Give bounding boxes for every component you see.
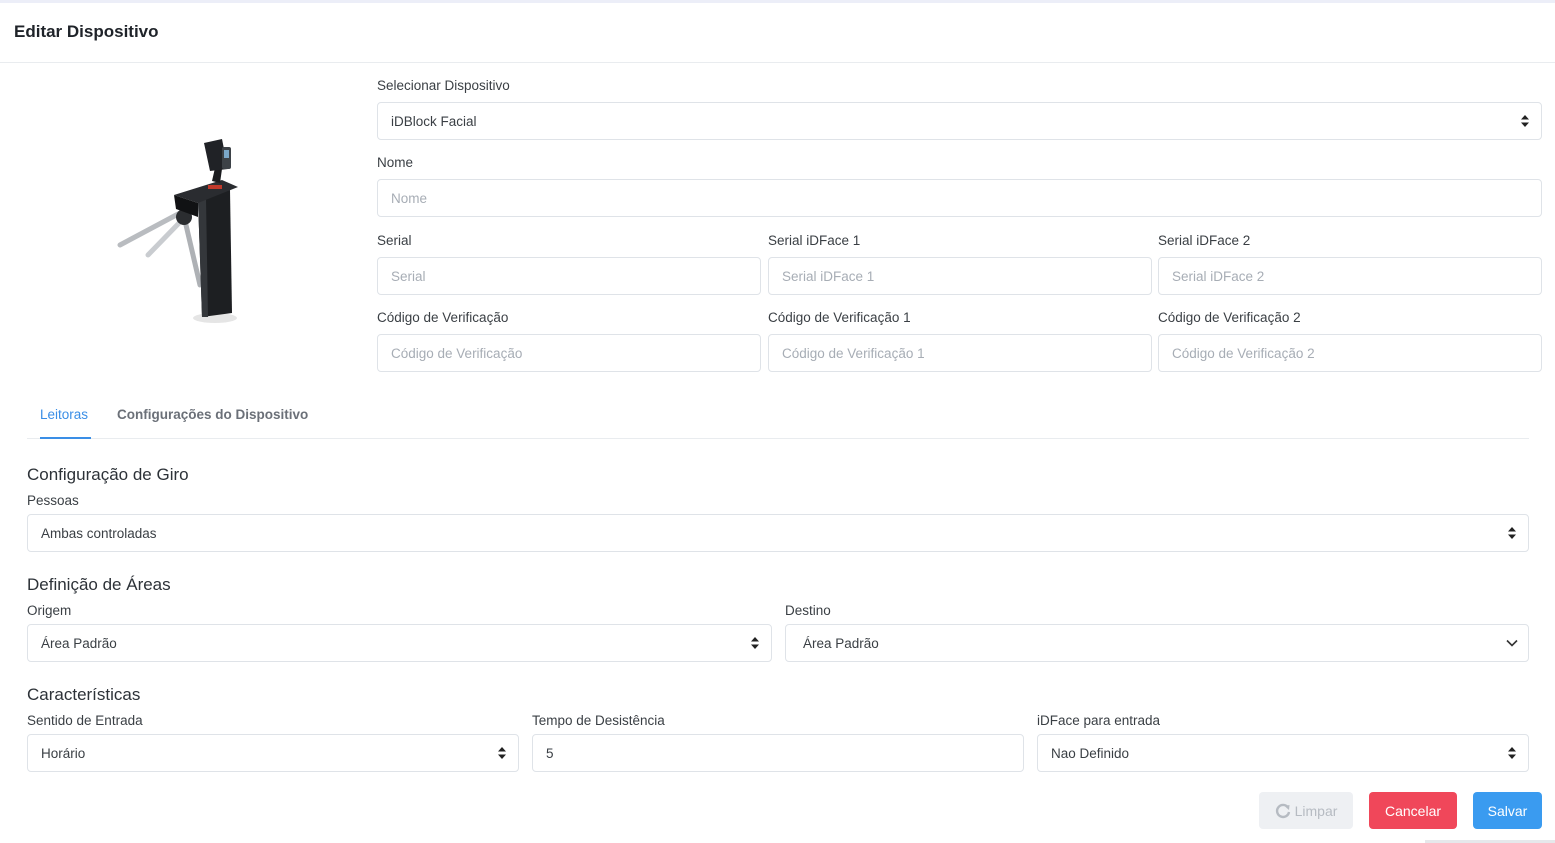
cancel-button[interactable]: Cancelar [1369,792,1457,829]
codigo1-input[interactable]: Código de Verificação 1 [768,334,1152,372]
sentido-value: Horário [41,745,86,761]
pessoas-value: Ambas controladas [41,525,157,541]
select-arrows-icon [498,747,506,759]
idface-label: iDFace para entrada [1037,713,1161,728]
destino-select[interactable]: Área Padrão [785,624,1529,662]
active-tab-indicator [40,437,91,439]
select-arrows-icon [751,637,759,649]
serial-idface1-label: Serial iDFace 1 [768,233,861,248]
tab-leitoras[interactable]: Leitoras [40,407,88,422]
pessoas-select[interactable]: Ambas controladas [27,514,1529,552]
select-arrows-icon [1521,115,1529,127]
nome-input[interactable]: Nome [377,179,1542,217]
codigo1-placeholder: Código de Verificação 1 [782,345,925,361]
areas-section-title: Definição de Áreas [27,575,171,594]
select-device-value: iDBlock Facial [391,113,477,129]
serial-idface2-label: Serial iDFace 2 [1158,233,1251,248]
turnstile-device-image [117,139,238,323]
codigo1-label: Código de Verificação 1 [768,310,911,325]
page-header: Editar Dispositivo [0,3,1555,63]
pessoas-label: Pessoas [27,493,79,508]
codigo-input[interactable]: Código de Verificação [377,334,761,372]
destino-label: Destino [785,603,831,618]
serial-placeholder: Serial [391,268,426,284]
select-device-dropdown[interactable]: iDBlock Facial [377,102,1542,140]
codigo2-label: Código de Verificação 2 [1158,310,1301,325]
destino-value: Área Padrão [803,635,879,651]
origem-select[interactable]: Área Padrão [27,624,772,662]
chevron-down-icon [1506,639,1518,647]
caracteristicas-section-title: Características [27,685,141,704]
origem-value: Área Padrão [41,635,117,651]
serial-idface1-input[interactable]: Serial iDFace 1 [768,257,1152,295]
cancel-button-label: Cancelar [1384,802,1442,819]
select-arrows-icon [1508,527,1516,539]
tempo-input[interactable]: 5 [532,734,1024,772]
tab-configuracoes[interactable]: Configurações do Dispositivo [117,407,308,422]
save-button[interactable]: Salvar [1473,792,1542,829]
clear-button[interactable]: Limpar [1259,792,1353,829]
codigo2-placeholder: Código de Verificação 2 [1172,345,1315,361]
serial-input[interactable]: Serial [377,257,761,295]
save-button-label: Salvar [1487,802,1528,819]
tempo-label: Tempo de Desistência [532,713,665,728]
giro-section-title: Configuração de Giro [27,465,189,484]
select-arrows-icon [1508,747,1516,759]
codigo-label: Código de Verificação [377,310,509,325]
sentido-label: Sentido de Entrada [27,713,143,728]
origem-label: Origem [27,603,72,618]
codigo-placeholder: Código de Verificação [391,345,523,361]
serial-idface1-placeholder: Serial iDFace 1 [782,268,875,284]
idface-select[interactable]: Nao Definido [1037,734,1529,772]
nome-placeholder: Nome [391,190,428,206]
serial-idface2-placeholder: Serial iDFace 2 [1172,268,1265,284]
serial-idface2-input[interactable]: Serial iDFace 2 [1158,257,1542,295]
select-device-label: Selecionar Dispositivo [377,78,510,93]
clear-button-label: Limpar [1294,802,1338,819]
page-title: Editar Dispositivo [14,22,159,41]
nome-label: Nome [377,155,414,170]
refresh-icon [1275,803,1290,818]
device-image [100,125,260,335]
codigo2-input[interactable]: Código de Verificação 2 [1158,334,1542,372]
idface-value: Nao Definido [1051,745,1130,761]
serial-label: Serial [377,233,412,248]
tab-bar: Leitoras Configurações do Dispositivo [27,395,1529,439]
tempo-value: 5 [546,745,554,761]
sentido-select[interactable]: Horário [27,734,519,772]
